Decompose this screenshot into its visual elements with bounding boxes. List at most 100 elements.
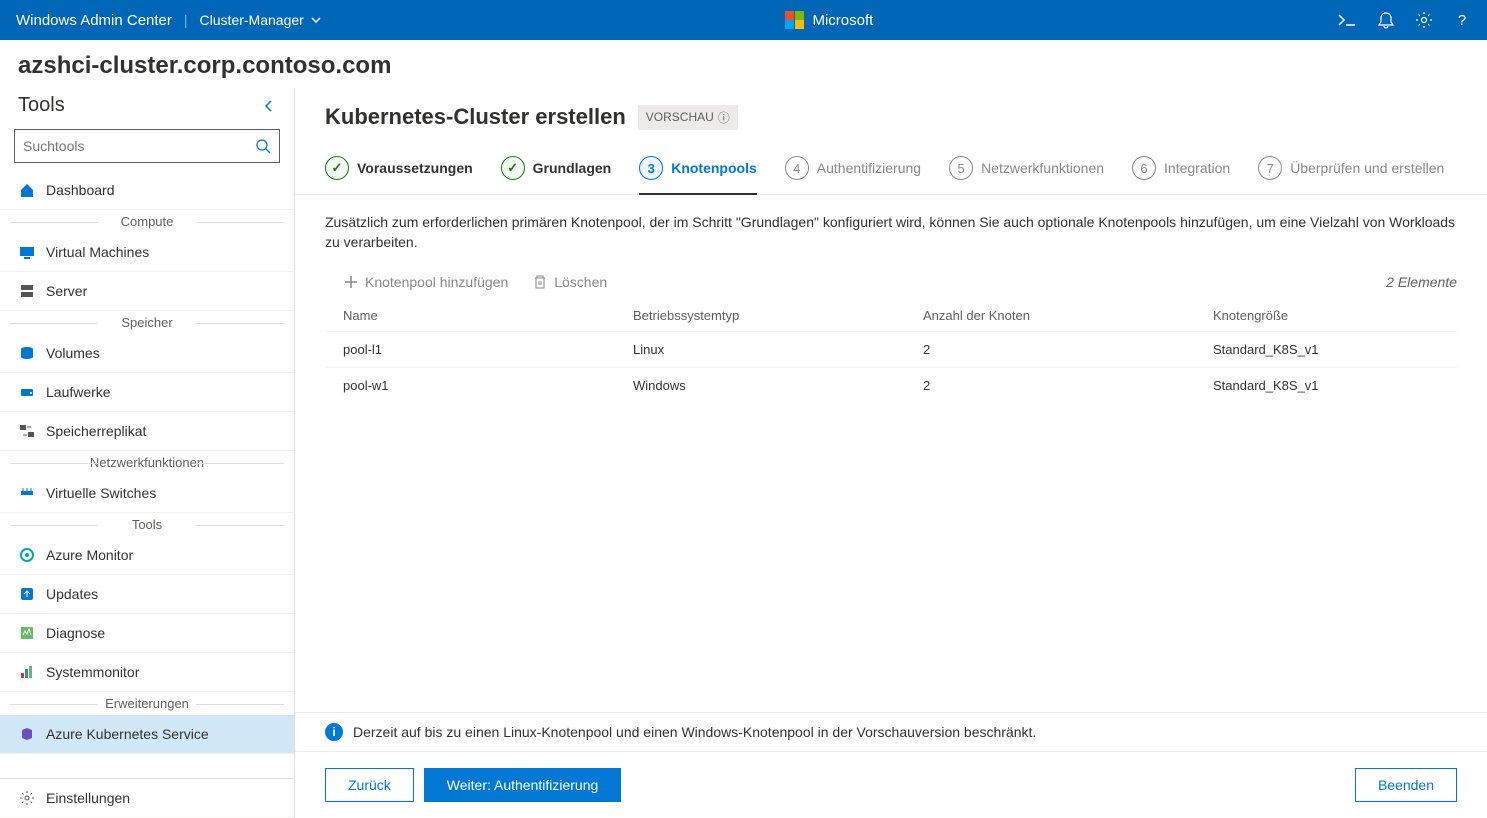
sidebar-item-label: Dashboard bbox=[46, 182, 115, 198]
step-basics[interactable]: ✓ Grundlagen bbox=[501, 148, 612, 194]
info-icon: ⓘ bbox=[718, 109, 730, 126]
replica-icon bbox=[18, 422, 36, 440]
cell-os: Linux bbox=[633, 342, 923, 357]
sidebar-item-replica[interactable]: Speicherreplikat bbox=[0, 412, 294, 451]
check-icon: ✓ bbox=[325, 156, 349, 180]
exit-button[interactable]: Beenden bbox=[1355, 768, 1457, 802]
sidebar-item-azmonitor[interactable]: Azure Monitor bbox=[0, 536, 294, 575]
volumes-icon bbox=[18, 344, 36, 362]
step-number: 3 bbox=[639, 156, 663, 180]
search-tools-box[interactable] bbox=[14, 129, 280, 163]
context-dropdown[interactable]: Cluster-Manager bbox=[200, 12, 322, 28]
sidebar-item-aks[interactable]: Azure Kubernetes Service bbox=[0, 715, 294, 754]
sidebar-group-tools: Tools bbox=[0, 513, 294, 536]
console-icon[interactable] bbox=[1337, 12, 1357, 28]
page-title: Kubernetes-Cluster erstellen bbox=[325, 104, 626, 130]
step-number: 5 bbox=[949, 156, 973, 180]
plus-icon bbox=[343, 274, 359, 290]
microsoft-logo-icon bbox=[785, 11, 804, 29]
app-title[interactable]: Windows Admin Center bbox=[16, 12, 172, 29]
step-nodepools[interactable]: 3 Knotenpools bbox=[639, 148, 757, 194]
content-area: Kubernetes-Cluster erstellen VORSCHAU ⓘ … bbox=[295, 88, 1487, 818]
sidebar-item-label: Virtuelle Switches bbox=[46, 485, 156, 501]
chevron-down-icon bbox=[310, 14, 322, 26]
sidebar-item-vms[interactable]: Virtual Machines bbox=[0, 233, 294, 272]
home-icon bbox=[18, 181, 36, 199]
sidebar-item-drives[interactable]: Laufwerke bbox=[0, 373, 294, 412]
search-input[interactable] bbox=[23, 138, 255, 154]
sidebar-item-label: Einstellungen bbox=[46, 790, 130, 806]
toolbar: Knotenpool hinzufügen Löschen 2 Elemente bbox=[325, 268, 1457, 300]
step-number: 7 bbox=[1258, 156, 1282, 180]
wizard-steps: ✓ Voraussetzungen ✓ Grundlagen 3 Knotenp… bbox=[295, 148, 1487, 195]
sidebar-group-compute: Compute bbox=[0, 210, 294, 233]
step-label: Knotenpools bbox=[671, 160, 757, 176]
add-nodepool-button[interactable]: Knotenpool hinzufügen bbox=[343, 274, 508, 290]
search-icon bbox=[255, 138, 271, 154]
sidebar-item-label: Laufwerke bbox=[46, 384, 111, 400]
server-icon bbox=[18, 282, 36, 300]
sidebar-item-label: Volumes bbox=[46, 345, 100, 361]
cell-size: Standard_K8S_v1 bbox=[1213, 378, 1439, 393]
gear-icon bbox=[18, 789, 36, 807]
brand-text: Microsoft bbox=[812, 12, 873, 29]
sidebar-item-servers[interactable]: Server bbox=[0, 272, 294, 311]
settings-icon[interactable] bbox=[1415, 11, 1433, 29]
sidebar-item-dashboard[interactable]: Dashboard bbox=[0, 171, 294, 210]
back-button[interactable]: Zurück bbox=[325, 768, 414, 802]
sidebar: Tools Dashboard Compute Virtual Machines bbox=[0, 88, 295, 818]
col-header-name[interactable]: Name bbox=[343, 308, 633, 323]
col-header-os[interactable]: Betriebssystemtyp bbox=[633, 308, 923, 323]
header-divider: | bbox=[184, 12, 188, 28]
help-icon[interactable]: ? bbox=[1453, 11, 1471, 29]
sidebar-item-diagnose[interactable]: Diagnose bbox=[0, 614, 294, 653]
col-header-count[interactable]: Anzahl der Knoten bbox=[923, 308, 1213, 323]
sidebar-item-label: Diagnose bbox=[46, 625, 105, 641]
notifications-icon[interactable] bbox=[1377, 11, 1395, 29]
context-label: Cluster-Manager bbox=[200, 12, 304, 28]
step-integration[interactable]: 6 Integration bbox=[1132, 148, 1230, 194]
sidebar-item-settings[interactable]: Einstellungen bbox=[0, 779, 294, 818]
sidebar-item-label: Virtual Machines bbox=[46, 244, 149, 260]
aks-icon bbox=[18, 725, 36, 743]
badge-label: VORSCHAU bbox=[646, 110, 714, 124]
updates-icon bbox=[18, 585, 36, 603]
info-circle-icon: i bbox=[325, 723, 343, 741]
next-button[interactable]: Weiter: Authentifizierung bbox=[424, 768, 622, 802]
cell-name: pool-w1 bbox=[343, 378, 633, 393]
step-auth[interactable]: 4 Authentifizierung bbox=[785, 148, 921, 194]
wizard-footer: Zurück Weiter: Authentifizierung Beenden bbox=[295, 751, 1487, 818]
step-prerequisites[interactable]: ✓ Voraussetzungen bbox=[325, 148, 473, 194]
col-header-size[interactable]: Knotengröße bbox=[1213, 308, 1439, 323]
cluster-hostname: azshci-cluster.corp.contoso.com bbox=[0, 40, 1487, 88]
step-label: Grundlagen bbox=[533, 160, 612, 176]
step-review[interactable]: 7 Überprüfen und erstellen bbox=[1258, 148, 1444, 194]
preview-badge: VORSCHAU ⓘ bbox=[638, 105, 738, 130]
cell-count: 2 bbox=[923, 378, 1213, 393]
step-network[interactable]: 5 Netzwerkfunktionen bbox=[949, 148, 1104, 194]
step-label: Integration bbox=[1164, 160, 1230, 176]
step-number: 6 bbox=[1132, 156, 1156, 180]
sidebar-group-extensions: Erweiterungen bbox=[0, 692, 294, 715]
monitor-icon bbox=[18, 546, 36, 564]
table-row[interactable]: pool-w1 Windows 2 Standard_K8S_v1 bbox=[325, 367, 1457, 403]
table-row[interactable]: pool-l1 Linux 2 Standard_K8S_v1 bbox=[325, 331, 1457, 367]
delete-button[interactable]: Löschen bbox=[532, 274, 607, 290]
cell-count: 2 bbox=[923, 342, 1213, 357]
sidebar-group-storage: Speicher bbox=[0, 311, 294, 334]
brand: Microsoft bbox=[322, 11, 1337, 29]
sidebar-title: Tools bbox=[18, 94, 65, 117]
toolbar-label: Knotenpool hinzufügen bbox=[365, 274, 508, 290]
sidebar-item-updates[interactable]: Updates bbox=[0, 575, 294, 614]
nodepool-table: Name Betriebssystemtyp Anzahl der Knoten… bbox=[325, 300, 1457, 403]
diagnose-icon bbox=[18, 624, 36, 642]
step-label: Überprüfen und erstellen bbox=[1290, 160, 1444, 176]
sidebar-item-vswitch[interactable]: Virtuelle Switches bbox=[0, 474, 294, 513]
sidebar-item-volumes[interactable]: Volumes bbox=[0, 334, 294, 373]
step-label: Netzwerkfunktionen bbox=[981, 160, 1104, 176]
sidebar-item-label: Azure Kubernetes Service bbox=[46, 726, 209, 742]
app-header: Windows Admin Center | Cluster-Manager M… bbox=[0, 0, 1487, 40]
sidebar-item-sysmon[interactable]: Systemmonitor bbox=[0, 653, 294, 692]
collapse-sidebar-icon[interactable] bbox=[262, 99, 276, 113]
sidebar-item-label: Updates bbox=[46, 586, 98, 602]
